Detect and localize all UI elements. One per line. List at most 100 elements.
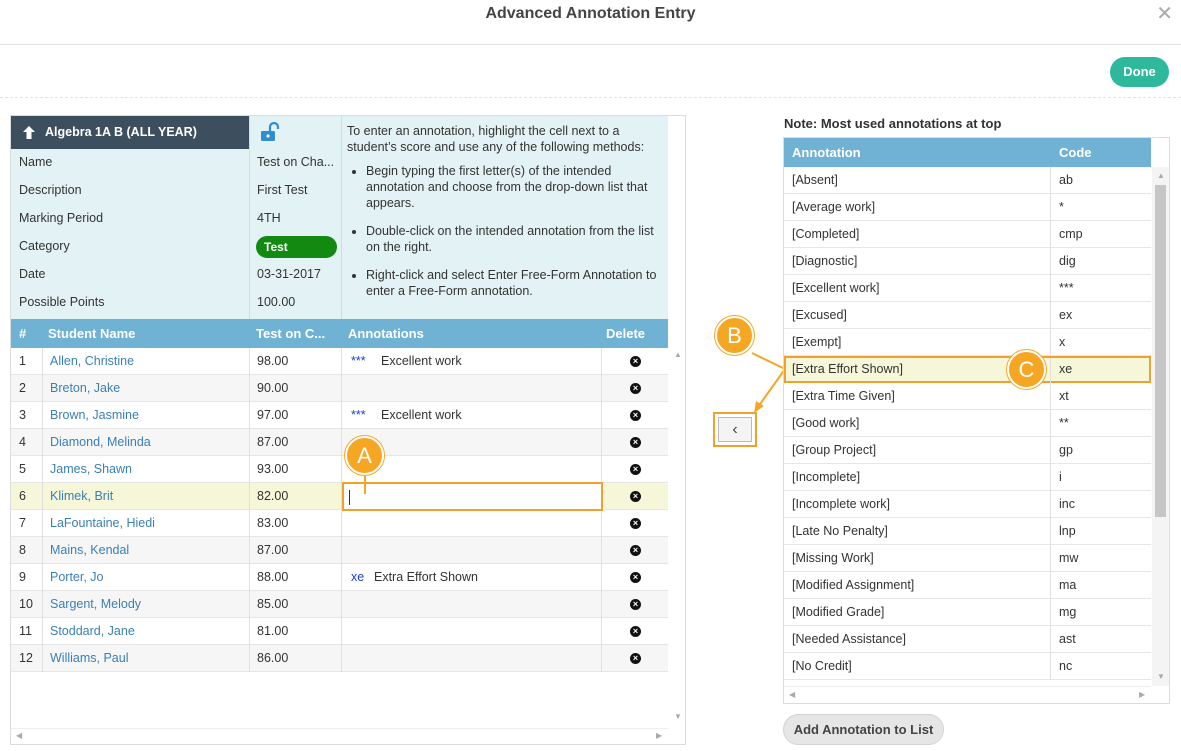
annotation-list-item[interactable]: [Needed Assistance] ast: [784, 626, 1151, 653]
annotation-list-item[interactable]: [Modified Assignment] ma: [784, 572, 1151, 599]
student-name-link[interactable]: Klimek, Brit: [50, 483, 113, 510]
annotation-text[interactable]: Excellent work: [381, 402, 462, 429]
course-header[interactable]: Algebra 1A B (ALL YEAR): [11, 116, 249, 149]
score-cell[interactable]: 87.00: [257, 429, 288, 456]
annotation-list-item[interactable]: [Excellent work] ***: [784, 275, 1151, 302]
student-name-link[interactable]: Allen, Christine: [50, 348, 134, 375]
student-name-link[interactable]: Porter, Jo: [50, 564, 104, 591]
table-row[interactable]: 8 Mains, Kendal 87.00 ×: [11, 537, 668, 564]
annotation-list-item[interactable]: [Late No Penalty] lnp: [784, 518, 1151, 545]
annotations-horizontal-scrollbar[interactable]: ◀ ▶: [784, 686, 1151, 703]
table-row[interactable]: 9 Porter, Jo 88.00 xe Extra Effort Shown ×: [11, 564, 668, 591]
delete-icon[interactable]: ×: [630, 383, 641, 394]
annotation-list-item[interactable]: [No Credit] nc: [784, 653, 1151, 680]
score-cell[interactable]: 81.00: [257, 618, 288, 645]
scroll-down-icon[interactable]: ▼: [674, 712, 682, 721]
annotation-list-item[interactable]: [Incomplete work] inc: [784, 491, 1151, 518]
score-cell[interactable]: 90.00: [257, 375, 288, 402]
annotation-list-item[interactable]: [Group Project] gp: [784, 437, 1151, 464]
annotation-code: *: [1059, 200, 1064, 214]
column-header-annotations[interactable]: Annotations: [348, 319, 424, 348]
student-name-link[interactable]: LaFountaine, Hiedi: [50, 510, 155, 537]
scroll-up-icon[interactable]: ▲: [1157, 171, 1165, 180]
student-name-link[interactable]: Williams, Paul: [50, 645, 129, 672]
annotation-list-item[interactable]: [Average work] *: [784, 194, 1151, 221]
score-cell[interactable]: 87.00: [257, 537, 288, 564]
student-name-link[interactable]: Stoddard, Jane: [50, 618, 135, 645]
annotation-list-item[interactable]: [Extra Effort Shown] xe: [784, 356, 1151, 385]
delete-icon[interactable]: ×: [630, 626, 641, 637]
column-header-annotation[interactable]: Annotation: [792, 138, 861, 167]
delete-icon[interactable]: ×: [630, 653, 641, 664]
annotation-grid-panel: Algebra 1A B (ALL YEAR) Name Description…: [10, 115, 686, 745]
delete-icon[interactable]: ×: [630, 518, 641, 529]
unlock-icon[interactable]: [258, 121, 280, 143]
annotation-list-item[interactable]: [Diagnostic] dig: [784, 248, 1151, 275]
annotation-list-item[interactable]: [Excused] ex: [784, 302, 1151, 329]
scroll-down-icon[interactable]: ▼: [1157, 672, 1165, 681]
table-row[interactable]: 3 Brown, Jasmine 97.00 *** Excellent work ×: [11, 402, 668, 429]
cell-divider: [1050, 383, 1051, 410]
annotation-text[interactable]: Excellent work: [381, 348, 462, 375]
student-name-link[interactable]: James, Shawn: [50, 456, 132, 483]
delete-icon[interactable]: ×: [630, 356, 641, 367]
score-cell[interactable]: 97.00: [257, 402, 288, 429]
score-cell[interactable]: 85.00: [257, 591, 288, 618]
delete-icon[interactable]: ×: [630, 599, 641, 610]
table-row[interactable]: 2 Breton, Jake 90.00 ×: [11, 375, 668, 402]
scroll-left-icon[interactable]: ◀: [16, 731, 22, 740]
score-cell[interactable]: 93.00: [257, 456, 288, 483]
delete-icon[interactable]: ×: [630, 437, 641, 448]
delete-icon[interactable]: ×: [630, 410, 641, 421]
annotation-list-item[interactable]: [Good work] **: [784, 410, 1151, 437]
add-annotation-button[interactable]: Add Annotation to List: [783, 714, 944, 745]
table-row[interactable]: 12 Williams, Paul 86.00 ×: [11, 645, 668, 672]
table-row[interactable]: 4 Diamond, Melinda 87.00 ×: [11, 429, 668, 456]
table-row[interactable]: 1 Allen, Christine 98.00 *** Excellent work ×: [11, 348, 668, 375]
table-row[interactable]: 11 Stoddard, Jane 81.00 ×: [11, 618, 668, 645]
table-row[interactable]: 10 Sargent, Melody 85.00 ×: [11, 591, 668, 618]
score-cell[interactable]: 82.00: [257, 483, 288, 510]
column-header-test[interactable]: Test on C...: [256, 319, 325, 348]
column-header-student[interactable]: Student Name: [48, 319, 135, 348]
annotation-text[interactable]: Extra Effort Shown: [374, 564, 478, 591]
close-icon[interactable]: ✕: [1156, 4, 1173, 24]
delete-icon[interactable]: ×: [630, 572, 641, 583]
column-header-code[interactable]: Code: [1059, 138, 1092, 167]
annotation-list-item[interactable]: [Exempt] x: [784, 329, 1151, 356]
annotation-list-item[interactable]: [Absent] ab: [784, 167, 1151, 194]
info-value-date: 03-31-2017: [257, 267, 321, 281]
student-name-link[interactable]: Brown, Jasmine: [50, 402, 139, 429]
table-row[interactable]: 5 James, Shawn 93.00 ×: [11, 456, 668, 483]
done-button[interactable]: Done: [1110, 57, 1169, 87]
student-name-link[interactable]: Diamond, Melinda: [50, 429, 151, 456]
score-cell[interactable]: 98.00: [257, 348, 288, 375]
annotation-list-item[interactable]: [Incomplete] i: [784, 464, 1151, 491]
grid-horizontal-scrollbar[interactable]: ◀ ▶: [11, 728, 668, 744]
student-name-link[interactable]: Sargent, Melody: [50, 591, 141, 618]
annotation-list-item[interactable]: [Completed] cmp: [784, 221, 1151, 248]
score-cell[interactable]: 83.00: [257, 510, 288, 537]
column-header-num[interactable]: #: [19, 319, 26, 348]
scroll-left-icon[interactable]: ◀: [789, 690, 795, 699]
column-header-delete[interactable]: Delete: [606, 319, 645, 348]
annotation-list-item[interactable]: [Missing Work] mw: [784, 545, 1151, 572]
scrollbar-thumb[interactable]: [1155, 185, 1166, 517]
scroll-up-icon[interactable]: ▲: [674, 350, 682, 359]
annotation-edit-field[interactable]: [342, 482, 603, 511]
annotation-list-item[interactable]: [Extra Time Given] xt: [784, 383, 1151, 410]
table-row[interactable]: 7 LaFountaine, Hiedi 83.00 ×: [11, 510, 668, 537]
score-cell[interactable]: 86.00: [257, 645, 288, 672]
delete-icon[interactable]: ×: [630, 491, 641, 502]
annotations-vertical-scrollbar[interactable]: ▲ ▼: [1152, 167, 1169, 686]
delete-icon[interactable]: ×: [630, 464, 641, 475]
delete-icon[interactable]: ×: [630, 545, 641, 556]
student-name-link[interactable]: Breton, Jake: [50, 375, 120, 402]
student-name-link[interactable]: Mains, Kendal: [50, 537, 129, 564]
scroll-right-icon[interactable]: ▶: [1139, 690, 1145, 699]
annotation-list-item[interactable]: [Modified Grade] mg: [784, 599, 1151, 626]
grid-vertical-scrollbar[interactable]: ▲ ▼: [670, 348, 685, 726]
score-cell[interactable]: 88.00: [257, 564, 288, 591]
scroll-right-icon[interactable]: ▶: [656, 731, 662, 740]
apply-annotation-button[interactable]: ‹: [713, 412, 757, 447]
